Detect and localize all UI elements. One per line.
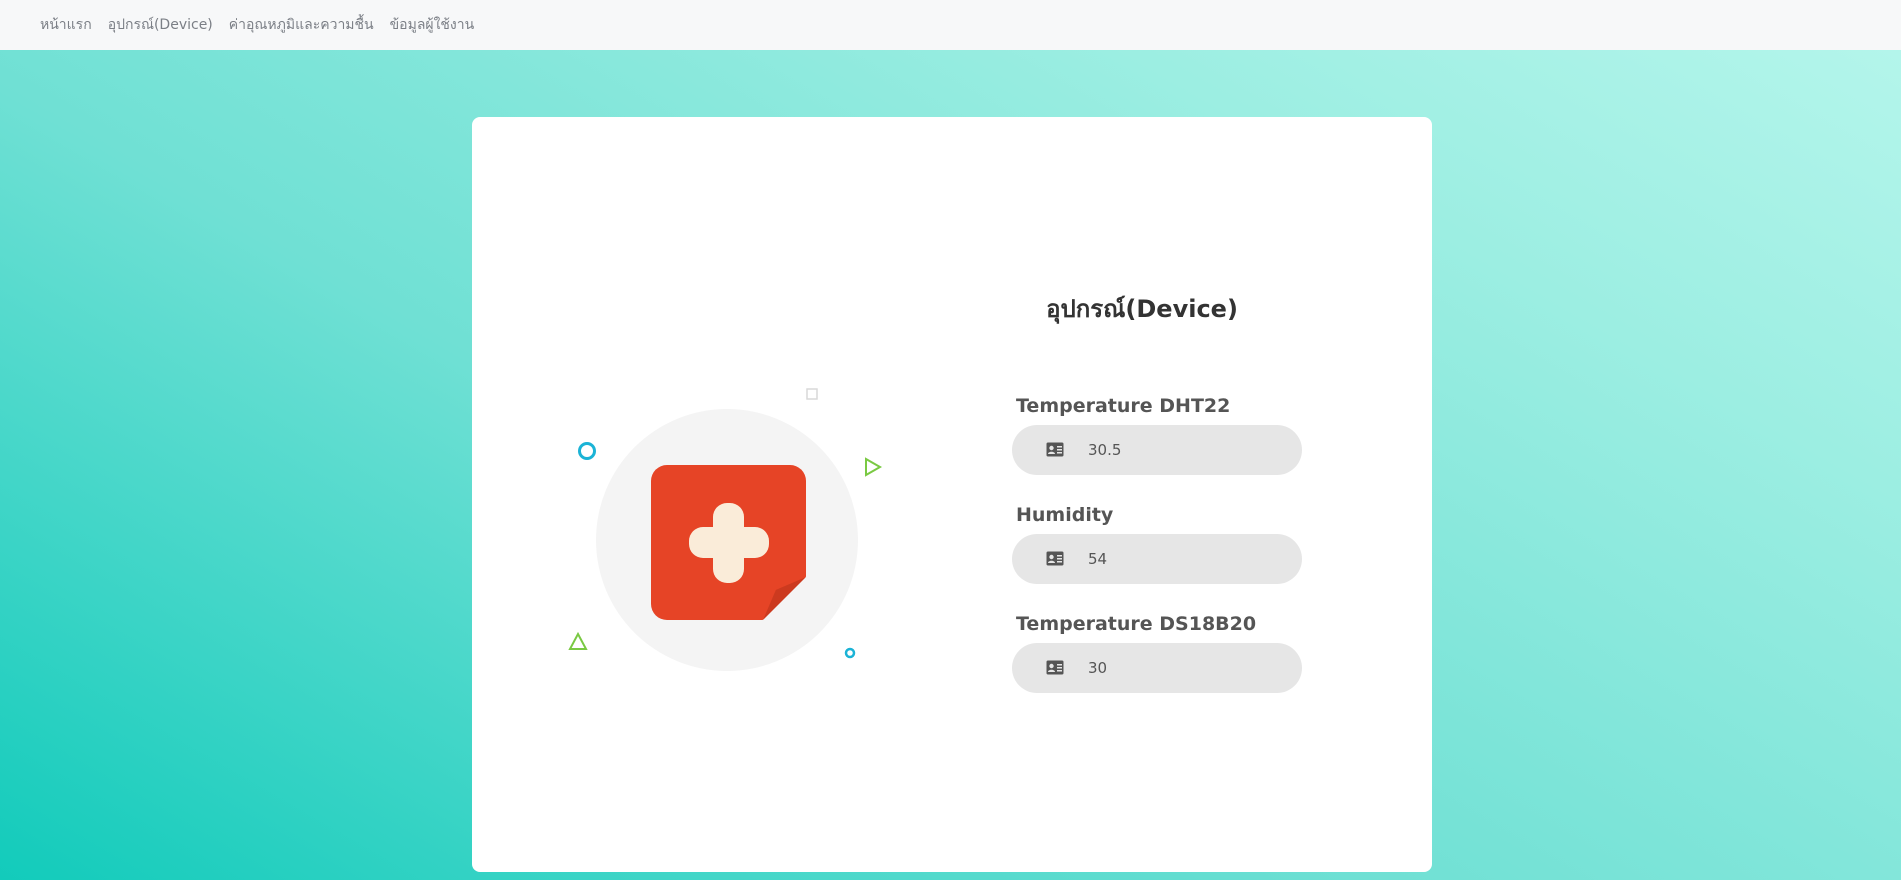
field-label-temperature-dht22: Temperature DHT22 xyxy=(1016,395,1231,417)
play-triangle-icon xyxy=(865,457,883,477)
device-card: อุปกรณ์(Device) Temperature DHT22 30.5 H… xyxy=(472,117,1432,872)
nav-link-user-info[interactable]: ข้อมูลผู้ใช้งาน xyxy=(390,14,475,36)
temperature-ds18b20-value: 30 xyxy=(1088,659,1108,677)
triangle-outline-icon xyxy=(568,632,588,650)
temperature-dht22-value: 30.5 xyxy=(1088,441,1122,459)
medical-cross-horizontal xyxy=(689,527,769,558)
ring-blue-small-icon xyxy=(844,647,856,659)
field-label-temperature-ds18b20: Temperature DS18B20 xyxy=(1016,613,1257,635)
nav-link-device[interactable]: อุปกรณ์(Device) xyxy=(108,14,213,36)
square-outline-icon xyxy=(806,388,818,400)
id-card-icon xyxy=(1046,660,1064,675)
nav-link-home[interactable]: หน้าแรก xyxy=(40,14,92,36)
ring-blue-large-icon xyxy=(578,442,596,460)
field-label-humidity: Humidity xyxy=(1016,504,1114,526)
page-title: อุปกรณ์(Device) xyxy=(1046,295,1238,323)
temperature-ds18b20-field[interactable]: 30 xyxy=(1012,643,1302,693)
id-card-icon xyxy=(1046,551,1064,566)
medical-document-icon xyxy=(651,465,806,620)
id-card-icon xyxy=(1046,442,1064,457)
humidity-value: 54 xyxy=(1088,550,1108,568)
top-navbar: หน้าแรก อุปกรณ์(Device) ค่าอุณหภูมิและคว… xyxy=(0,0,1901,50)
temperature-dht22-field[interactable]: 30.5 xyxy=(1012,425,1302,475)
device-illustration xyxy=(472,117,1432,872)
nav-link-temperature-humidity[interactable]: ค่าอุณหภูมิและความชื้น xyxy=(229,14,374,36)
humidity-field[interactable]: 54 xyxy=(1012,534,1302,584)
